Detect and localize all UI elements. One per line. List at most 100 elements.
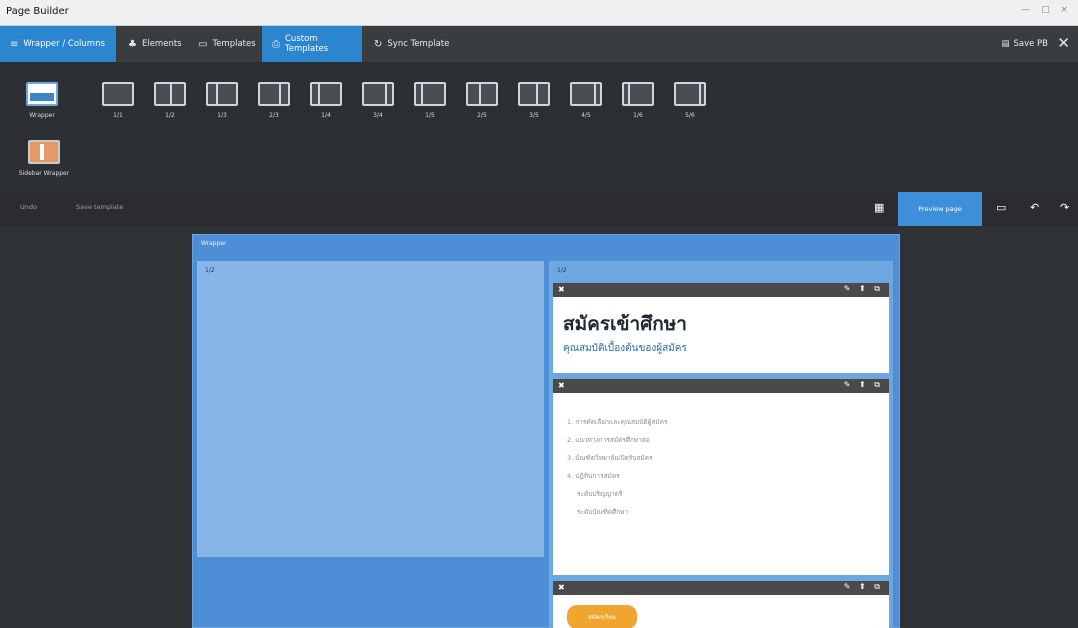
delete-icon[interactable]: ✖: [558, 285, 565, 294]
column-layout-icon: [414, 82, 446, 106]
delete-icon[interactable]: ✖: [558, 583, 565, 592]
tool-label: 1/3: [217, 112, 227, 119]
tool-col-1-5[interactable]: 1/5: [410, 82, 450, 119]
menu-wrapper-columns[interactable]: ≡ Wrapper / Columns: [0, 26, 116, 62]
menu-label: Wrapper / Columns: [23, 39, 105, 49]
list-item: ระดับบัณฑิตศึกษา: [577, 508, 629, 516]
menu-label: Templates: [212, 39, 256, 49]
block-header: ✖ ✎ ⬆ ⧉: [553, 581, 889, 595]
menu-label: Elements: [141, 39, 182, 49]
menu-label: Sync Template: [387, 39, 450, 49]
delete-icon[interactable]: ✖: [558, 381, 565, 390]
heading-block[interactable]: ✖ ✎ ⬆ ⧉ สมัครเข้าศึกษา คุณสมบัติเบื้องต้…: [553, 283, 889, 373]
block-header: ✖ ✎ ⬆ ⧉: [553, 379, 889, 393]
menu-label: Custom Templates: [285, 34, 329, 54]
block-header: ✖ ✎ ⬆ ⧉: [553, 283, 889, 297]
column-layout-icon: [206, 82, 238, 106]
column-layout-icon: [518, 82, 550, 106]
heading-title: สมัครเข้าศึกษา: [563, 313, 687, 335]
tool-label: 1/5: [425, 112, 435, 119]
content-list: 1. การคัดเลือกและคุณสมบัติผู้สมัคร 2. แน…: [567, 413, 877, 521]
button-block[interactable]: ✖ ✎ ⬆ ⧉ สมัครเรียน: [553, 581, 889, 628]
tool-label: 2/5: [477, 112, 487, 119]
block-actions-icons[interactable]: ✎ ⬆ ⧉: [844, 380, 883, 390]
save-template-link[interactable]: Save template: [76, 203, 123, 211]
wrapper-container[interactable]: Wrapper 1/2 1/2 ✖ ✎ ⬆ ⧉ สมัครเข้าศึกษา ค…: [192, 234, 900, 628]
list-block[interactable]: ✖ ✎ ⬆ ⧉ 1. การคัดเลือกและคุณสมบัติผู้สมั…: [553, 379, 889, 575]
preview-page-button[interactable]: Preview page: [898, 192, 982, 226]
preview-label: Preview page: [918, 205, 962, 213]
elements-icon: ♣: [128, 38, 137, 50]
tool-label: Wrapper: [29, 112, 55, 119]
tool-label: Sidebar Wrapper: [18, 170, 70, 177]
column-label: 1/2: [205, 267, 215, 274]
builder-canvas: Wrapper 1/2 1/2 ✖ ✎ ⬆ ⧉ สมัครเข้าศึกษา ค…: [0, 226, 1078, 628]
wrapper-label: Wrapper: [201, 240, 227, 247]
layout-toolbar: Wrapper 1/1 1/2 1/3 2/3 1/4 3/4 1/5 2/5 …: [0, 62, 1078, 192]
tool-col-5-6[interactable]: 5/6: [670, 82, 710, 119]
close-icon[interactable]: ✕: [1057, 34, 1070, 52]
column-layout-icon: [622, 82, 654, 106]
column-layout-icon: [154, 82, 186, 106]
tool-col-1-3[interactable]: 1/3: [202, 82, 242, 119]
column-layout-icon: [362, 82, 394, 106]
tool-label: 3/5: [529, 112, 539, 119]
templates-icon: ▭: [198, 38, 208, 50]
window-titlebar: Page Builder — □ ×: [0, 0, 1078, 26]
window-title: Page Builder: [6, 6, 69, 17]
save-pb-button[interactable]: ▤ Save PB: [1001, 26, 1048, 62]
save-icon: ▤: [1001, 39, 1010, 49]
main-menu-bar: ≡ Wrapper / Columns ♣ Elements ▭ Templat…: [0, 26, 1078, 62]
list-item: 3. บัณฑิตวิทยาลัยเปิดรับสมัคร: [567, 454, 653, 462]
custom-templates-icon: ⎙: [272, 38, 280, 50]
tool-label: 1/4: [321, 112, 331, 119]
column-right[interactable]: 1/2 ✖ ✎ ⬆ ⧉ สมัครเข้าศึกษา คุณสมบัติเบื้…: [549, 261, 893, 628]
heading-subtitle: คุณสมบัติเบื้องต้นของผู้สมัคร: [563, 343, 687, 354]
tool-label: 1/1: [113, 112, 123, 119]
menu-elements[interactable]: ♣ Elements: [118, 26, 192, 62]
sidebar-wrapper-icon: [28, 140, 60, 164]
menu-sync-template[interactable]: ↻ Sync Template: [364, 26, 459, 62]
column-layout-icon: [310, 82, 342, 106]
tool-col-3-5[interactable]: 3/5: [514, 82, 554, 119]
tool-col-1-6[interactable]: 1/6: [618, 82, 658, 119]
tool-label: 1/6: [633, 112, 643, 119]
undo-icon[interactable]: ↶: [1030, 201, 1039, 214]
tool-col-2-3[interactable]: 2/3: [254, 82, 294, 119]
block-actions-icons[interactable]: ✎ ⬆ ⧉: [844, 582, 883, 592]
save-label: Save PB: [1013, 39, 1048, 49]
menu-custom-templates[interactable]: ⎙ Custom Templates: [262, 26, 362, 62]
tool-label: 4/5: [581, 112, 591, 119]
wrapper-icon: [26, 82, 58, 106]
tool-col-1-4[interactable]: 1/4: [306, 82, 346, 119]
grid-icon[interactable]: ▦: [874, 201, 884, 214]
tool-sidebar-wrapper[interactable]: Sidebar Wrapper: [18, 140, 70, 177]
tool-col-3-4[interactable]: 3/4: [358, 82, 398, 119]
tool-label: 2/3: [269, 112, 279, 119]
list-item: 4. ปฏิทินการสมัคร: [567, 472, 620, 480]
column-layout-icon: [570, 82, 602, 106]
tool-col-1-2[interactable]: 1/2: [150, 82, 190, 119]
column-left[interactable]: 1/2: [197, 261, 544, 557]
columns-icon: ≡: [10, 38, 19, 50]
column-label: 1/2: [557, 267, 567, 274]
block-actions-icons[interactable]: ✎ ⬆ ⧉: [844, 284, 883, 294]
tool-label: 3/4: [373, 112, 383, 119]
tool-label: 1/2: [165, 112, 175, 119]
list-item: ระดับปริญญาตรี: [577, 490, 623, 498]
column-layout-icon: [102, 82, 134, 106]
tool-col-1-1[interactable]: 1/1: [98, 82, 138, 119]
list-item: 2. แนวทางการสมัครศึกษาต่อ: [567, 436, 650, 444]
window-controls[interactable]: — □ ×: [1021, 5, 1072, 15]
column-layout-icon: [674, 82, 706, 106]
tool-wrapper[interactable]: Wrapper: [22, 82, 62, 119]
tool-col-2-5[interactable]: 2/5: [462, 82, 502, 119]
redo-icon[interactable]: ↷: [1060, 201, 1069, 214]
apply-button[interactable]: สมัครเรียน: [567, 605, 637, 628]
device-icon[interactable]: ▭: [996, 201, 1006, 214]
tool-col-4-5[interactable]: 4/5: [566, 82, 606, 119]
undo-link[interactable]: Undo: [20, 203, 37, 211]
menu-templates[interactable]: ▭ Templates: [188, 26, 266, 62]
column-layout-icon: [258, 82, 290, 106]
canvas-toolbar: Undo Save template ▦ Preview page ▭ ↶ ↷: [0, 192, 1078, 226]
